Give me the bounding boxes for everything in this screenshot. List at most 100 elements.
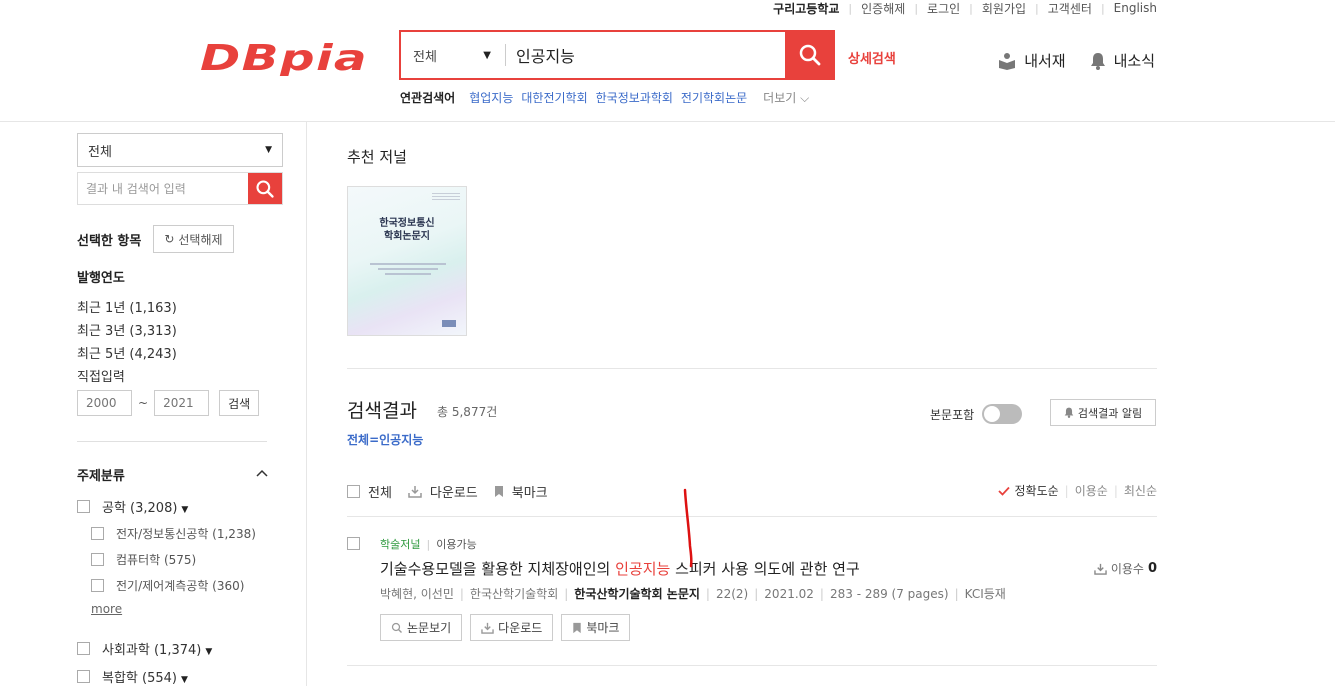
checkbox[interactable]: [347, 485, 360, 498]
checkbox[interactable]: [77, 670, 90, 683]
result-index: KCI등재: [964, 587, 1006, 601]
related-keyword[interactable]: 대한전기학회: [521, 89, 587, 106]
subject-more-link[interactable]: more: [91, 602, 122, 616]
subject-interdisciplinary[interactable]: 복합학 (554) ▼: [77, 667, 188, 686]
bulk-bookmark-button[interactable]: 북마크: [494, 482, 548, 501]
checkbox[interactable]: [347, 537, 360, 550]
results-title: 검색결과: [347, 400, 417, 422]
checkbox[interactable]: [77, 642, 90, 655]
result-item: 학술저널 | 이용가능 기술수용모델을 활용한 지체장애인의 인공지능 스피커 …: [347, 536, 1157, 660]
filter-sidebar: 전체 ▼ 선택한 항목 ↻ 선택해제 발행연도 최근 1년 (1,163) 최근…: [0, 122, 307, 686]
result-availability: 이용가능: [436, 538, 477, 551]
year-option-3y[interactable]: 최근 3년 (3,313): [77, 320, 177, 339]
result-authors[interactable]: 박혜현, 이선민: [380, 585, 454, 602]
chevron-down-icon: ⌵: [800, 91, 810, 105]
checkbox[interactable]: [77, 500, 90, 513]
search-scope-value: 전체: [413, 49, 437, 65]
main-search-box: 전체 ▼: [399, 30, 835, 80]
subject-engineering[interactable]: 공학 (3,208) ▼: [77, 497, 188, 516]
bookmark-button[interactable]: 북마크: [561, 614, 631, 641]
download-icon: [481, 622, 494, 634]
related-keyword[interactable]: 한국정보과학회: [596, 89, 673, 106]
view-paper-button[interactable]: 논문보기: [380, 614, 463, 641]
select-all[interactable]: 전체: [347, 482, 392, 501]
fulltext-toggle[interactable]: 본문포함: [930, 404, 1023, 424]
download-icon: [408, 486, 422, 498]
sort-options: 정확도순 | 이용순 | 최신순: [998, 482, 1157, 499]
customer-center-link[interactable]: 고객센터: [1048, 0, 1092, 17]
collapse-chevron-up-icon[interactable]: [256, 466, 268, 481]
logo-text: DBpia: [200, 38, 368, 76]
my-library-button[interactable]: 내서재: [998, 50, 1066, 71]
institution-name: 구리고등학교: [773, 1, 840, 16]
pub-year-title: 발행연도: [77, 271, 125, 286]
cover-title-line-1: 한국정보통신: [379, 218, 435, 229]
cover-title-line-2: 학회논문지: [384, 231, 430, 242]
result-meta: 학술저널 | 이용가능: [380, 537, 477, 552]
usage-count: 이용수 0: [1094, 560, 1157, 577]
bookmark-icon: [494, 486, 503, 497]
checkbox[interactable]: [91, 553, 104, 566]
book-reader-icon: [999, 52, 1016, 70]
year-to-input[interactable]: [154, 390, 210, 416]
journal-cover[interactable]: 한국정보통신 학회논문지: [347, 186, 467, 336]
advanced-search-link[interactable]: 상세검색: [848, 48, 896, 67]
year-search-button[interactable]: 검색: [219, 390, 260, 416]
search-scope-select[interactable]: 전체 ▼: [401, 32, 505, 78]
refine-search-input[interactable]: [78, 173, 248, 204]
caret-down-icon: ▼: [181, 505, 189, 515]
subject-electrical[interactable]: 전기/제어계측공학 (360): [91, 577, 244, 594]
notifications-button[interactable]: 내소식: [1090, 50, 1155, 71]
result-journal[interactable]: 한국산학기술학회 논문지: [574, 585, 700, 602]
result-bibliographic-info: 박혜현, 이선민 | 한국산학기술학회 | 한국산학기술학회 논문지 | 22(…: [380, 585, 1006, 602]
subject-electronics[interactable]: 전자/정보통신공학 (1,238): [91, 525, 256, 542]
search-icon: [799, 44, 821, 66]
subject-computer[interactable]: 컴퓨터학 (575): [91, 551, 196, 568]
download-button[interactable]: 다운로드: [470, 614, 554, 641]
refine-search: [77, 172, 283, 205]
logout-auth-link[interactable]: 인증해제: [861, 0, 905, 17]
year-option-5y[interactable]: 최근 5년 (4,243): [77, 343, 177, 362]
result-publisher[interactable]: 한국산학기술학회: [470, 585, 558, 602]
search-input[interactable]: [506, 32, 785, 78]
header-user-menu: 내서재 내소식: [998, 50, 1155, 71]
top-utility-bar: 구리고등학교 | 인증해제 | 로그인 | 회원가입 | 고객센터 | Engl…: [773, 0, 1157, 17]
sort-accuracy[interactable]: 정확도순: [998, 482, 1059, 499]
result-volume: 22(2): [715, 586, 749, 601]
bell-icon: [1064, 407, 1074, 418]
download-icon: [1094, 563, 1107, 575]
highlighted-keyword: 인공지능: [615, 560, 671, 578]
year-option-custom[interactable]: 직접입력: [77, 366, 125, 385]
related-more-button[interactable]: 더보기 ⌵: [763, 89, 809, 106]
bulk-download-button[interactable]: 다운로드: [408, 482, 478, 501]
filter-scope-select[interactable]: 전체 ▼: [77, 133, 283, 167]
related-keyword[interactable]: 전기학회논문: [681, 89, 747, 106]
check-icon: [998, 486, 1011, 496]
checkbox[interactable]: [91, 527, 104, 540]
notifications-label: 내소식: [1113, 52, 1155, 70]
refine-search-button[interactable]: [248, 173, 282, 204]
year-from-input[interactable]: [77, 390, 132, 416]
related-keyword[interactable]: 협업지능: [469, 89, 513, 106]
results-query: 전체=인공지능: [347, 433, 424, 447]
signup-link[interactable]: 회원가입: [982, 0, 1026, 17]
subject-category-title: 주제분류: [77, 469, 125, 484]
subject-social-science[interactable]: 사회과학 (1,374) ▼: [77, 639, 212, 658]
results-count: 총 5,877건: [437, 405, 498, 419]
caret-down-icon: ▼: [180, 675, 188, 685]
english-link[interactable]: English: [1114, 1, 1157, 15]
dbpia-logo[interactable]: DBpia: [198, 38, 372, 79]
result-actions: 논문보기 다운로드 북마크: [380, 614, 631, 641]
checkbox[interactable]: [91, 579, 104, 592]
caret-down-icon: ▼: [205, 647, 213, 657]
result-title[interactable]: 기술수용모델을 활용한 지체장애인의 인공지능 스피커 사용 의도에 관한 연구: [380, 558, 860, 579]
year-option-1y[interactable]: 최근 1년 (1,163): [77, 297, 177, 316]
bookmark-icon: [573, 622, 582, 633]
search-button[interactable]: [785, 30, 835, 80]
reset-selection-button[interactable]: ↻ 선택해제: [153, 225, 234, 253]
search-alert-button[interactable]: 검색결과 알림: [1050, 399, 1156, 426]
sort-latest[interactable]: 최신순: [1124, 482, 1157, 499]
login-link[interactable]: 로그인: [927, 0, 960, 17]
sort-usage[interactable]: 이용순: [1075, 482, 1108, 499]
toggle-switch[interactable]: [982, 404, 1023, 424]
